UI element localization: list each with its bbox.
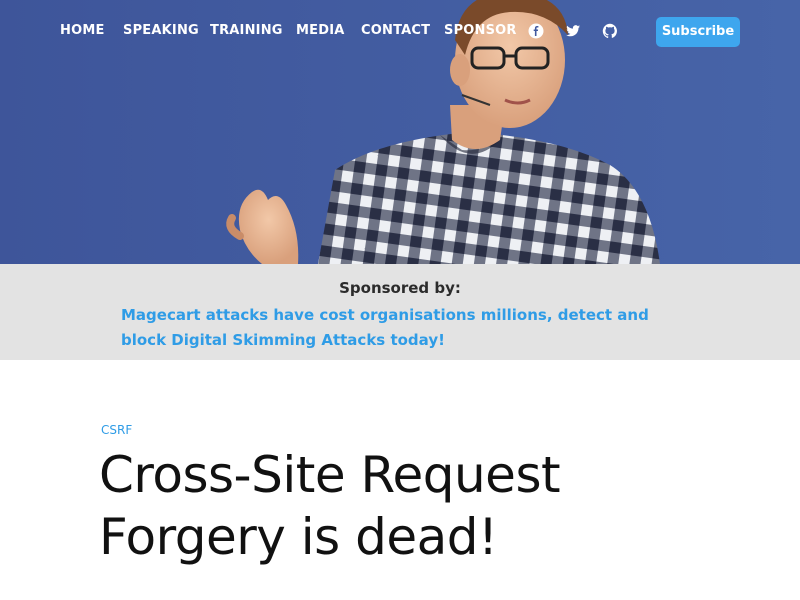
- nav-training[interactable]: TRAINING: [210, 23, 283, 38]
- nav-media[interactable]: MEDIA: [296, 23, 345, 38]
- facebook-icon[interactable]: [528, 23, 544, 39]
- nav-contact[interactable]: CONTACT: [361, 23, 430, 38]
- github-icon[interactable]: [602, 23, 618, 39]
- main-nav: HOME SPEAKING TRAINING MEDIA CONTACT SPO…: [0, 0, 800, 64]
- sponsor-link[interactable]: Magecart attacks have cost organisations…: [121, 303, 681, 353]
- hero-banner: HOME SPEAKING TRAINING MEDIA CONTACT SPO…: [0, 0, 800, 264]
- subscribe-button[interactable]: Subscribe: [656, 17, 740, 47]
- nav-sponsor[interactable]: SPONSOR: [444, 23, 517, 38]
- sponsor-band: Sponsored by: Magecart attacks have cost…: [0, 264, 800, 360]
- page-title: Cross-Site Request Forgery is dead!: [99, 446, 561, 566]
- sponsor-label: Sponsored by:: [339, 279, 461, 297]
- twitter-icon[interactable]: [565, 23, 581, 39]
- nav-home[interactable]: HOME: [60, 23, 105, 38]
- nav-speaking[interactable]: SPEAKING: [123, 23, 199, 38]
- category-tag[interactable]: CSRF: [101, 423, 132, 437]
